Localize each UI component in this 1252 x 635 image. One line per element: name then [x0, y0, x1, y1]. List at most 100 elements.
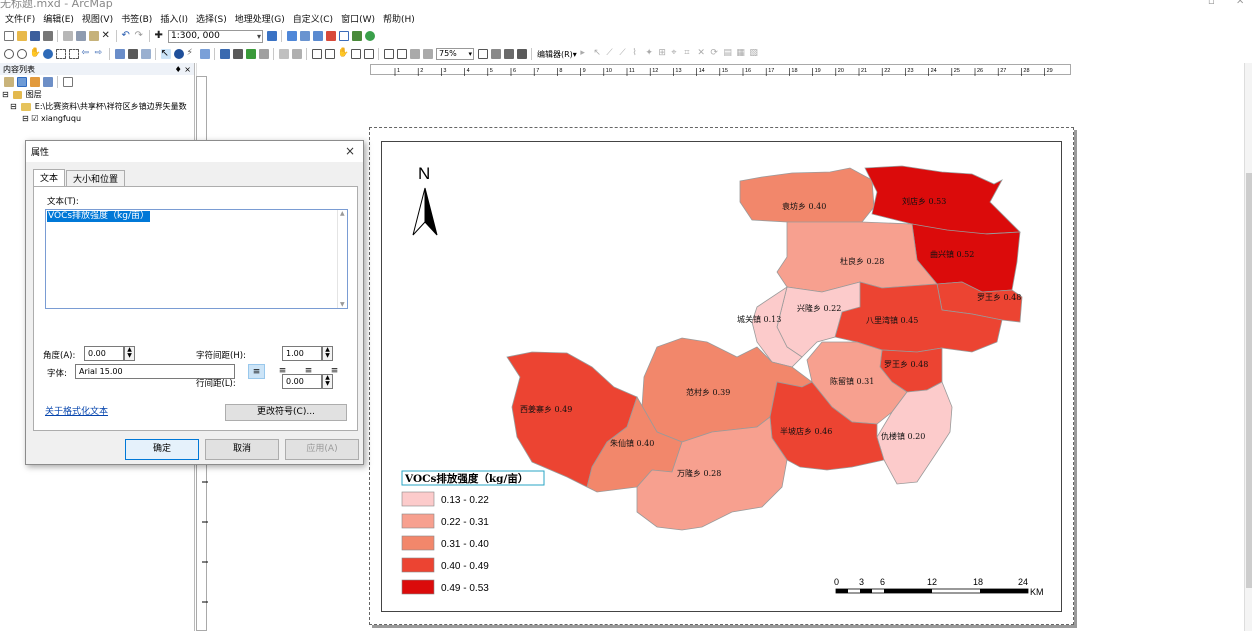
- zoom-in-icon[interactable]: [3, 49, 14, 59]
- data-frame[interactable]: N 袁坊乡 0.40 刘店乡 0.53 杜良乡 0.28 西姜寨乡 0.49 朱…: [381, 141, 1062, 612]
- straight-segment-icon[interactable]: ⟋: [606, 49, 616, 59]
- apply-button[interactable]: 应用(A): [285, 439, 359, 460]
- layout-vertical-scrollbar[interactable]: [1244, 63, 1252, 631]
- delete-icon[interactable]: ✕: [102, 31, 112, 41]
- attributes-icon[interactable]: ▤: [723, 49, 733, 59]
- create-features-icon[interactable]: ▧: [749, 49, 759, 59]
- layout-zoom-in-icon[interactable]: [311, 49, 322, 59]
- print-icon[interactable]: [42, 31, 53, 41]
- model-builder-icon[interactable]: [351, 31, 362, 41]
- change-layout-icon[interactable]: [503, 49, 514, 59]
- info-icon[interactable]: [173, 49, 184, 59]
- edit-vertices-icon[interactable]: ⊞: [658, 49, 668, 59]
- tree-layer[interactable]: ⊟ ☑ xiangfuqu: [0, 113, 194, 125]
- scroll-up-icon[interactable]: ▲: [340, 210, 345, 217]
- list-by-visibility-icon[interactable]: [29, 77, 40, 87]
- menu-insert[interactable]: 插入(I): [156, 12, 192, 25]
- select-features-icon[interactable]: [114, 49, 125, 59]
- reshape-icon[interactable]: ⌖: [671, 49, 681, 59]
- search-window-icon[interactable]: [312, 31, 323, 41]
- text-input-scrollbar[interactable]: ▲ ▼: [337, 210, 347, 308]
- angle-field[interactable]: 0.00: [84, 346, 124, 361]
- line-spacing-field[interactable]: 0.00: [282, 374, 322, 389]
- change-symbol-button[interactable]: 更改符号(C)...: [225, 404, 347, 421]
- forward-extent-icon[interactable]: ⇨: [95, 49, 105, 59]
- redo-icon[interactable]: ↷: [135, 31, 145, 41]
- undo-icon[interactable]: ↶: [122, 31, 132, 41]
- html-popup-icon[interactable]: [199, 49, 210, 59]
- layer-visibility-checkbox[interactable]: ☑: [31, 114, 38, 123]
- find-icon[interactable]: [232, 49, 243, 59]
- list-by-source-icon[interactable]: [16, 77, 27, 87]
- identify-icon[interactable]: [127, 49, 138, 59]
- menu-view[interactable]: 视图(V): [78, 12, 117, 25]
- sketch-properties-icon[interactable]: ▦: [736, 49, 746, 59]
- catalog-window-icon[interactable]: [299, 31, 310, 41]
- clear-selection-icon[interactable]: [140, 49, 151, 59]
- toc-window-icon[interactable]: [286, 31, 297, 41]
- text-input[interactable]: VOCs排放强度（kg/亩） ▲ ▼: [45, 209, 348, 309]
- char-spacing-spinner[interactable]: ▲ ▼: [322, 346, 333, 361]
- fixed-zoom-in-icon[interactable]: [55, 49, 66, 59]
- select-elements-icon[interactable]: ↖: [160, 49, 171, 59]
- paste-icon[interactable]: [88, 31, 99, 41]
- layout-zoom-out-icon[interactable]: [324, 49, 335, 59]
- tree-root[interactable]: ⊟ 图层: [0, 89, 194, 101]
- scale-bar[interactable]: 0 3 6 12 18 24 KM: [834, 577, 1044, 597]
- point-icon[interactable]: ✦: [645, 49, 655, 59]
- menu-selection[interactable]: 选择(S): [192, 12, 231, 25]
- add-data-icon[interactable]: ✚: [155, 31, 165, 41]
- menu-file[interactable]: 文件(F): [1, 12, 39, 25]
- collapse-folder-icon[interactable]: ⊟: [10, 102, 17, 111]
- python-window-icon[interactable]: [338, 31, 349, 41]
- data-driven-pages-icon[interactable]: [516, 49, 527, 59]
- scroll-thumb[interactable]: [1246, 173, 1252, 588]
- help-globe-icon[interactable]: [364, 31, 375, 41]
- open-folder-icon[interactable]: [16, 31, 27, 41]
- layout-pan-icon[interactable]: ✋: [338, 49, 349, 59]
- scroll-down-icon[interactable]: ▼: [340, 301, 345, 308]
- zoom-out-icon[interactable]: [16, 49, 27, 59]
- edit-tool-icon[interactable]: ▸: [580, 49, 590, 59]
- editor-menu[interactable]: 编辑器(R)▾: [537, 49, 577, 60]
- layout-zoom-combo[interactable]: 75%: [436, 48, 474, 60]
- cut-polygons-icon[interactable]: ⌗: [684, 49, 694, 59]
- back-extent-icon[interactable]: ⇦: [82, 49, 92, 59]
- menu-customize[interactable]: 自定义(C): [289, 12, 337, 25]
- forward-layout-icon[interactable]: [422, 49, 433, 59]
- hyperlink-icon[interactable]: ⚡: [187, 49, 197, 59]
- line-spacing-spinner[interactable]: ▲ ▼: [322, 374, 333, 389]
- zoom-whole-page-icon[interactable]: [350, 49, 361, 59]
- menu-bookmarks[interactable]: 书签(B): [117, 12, 156, 25]
- copy-icon[interactable]: [75, 31, 86, 41]
- north-arrow-icon[interactable]: [412, 187, 438, 236]
- list-by-selection-icon[interactable]: [42, 77, 53, 87]
- char-spacing-field[interactable]: 1.00: [282, 346, 322, 361]
- focus-frame-icon[interactable]: [490, 49, 501, 59]
- edit-annotation-icon[interactable]: ↖: [593, 49, 603, 59]
- tab-text[interactable]: 文本: [33, 169, 66, 186]
- tree-folder[interactable]: ⊟ E:\比赛资料\共享杯\祥符区乡镇边界矢量数: [0, 101, 194, 113]
- xy-icon[interactable]: [258, 49, 269, 59]
- menu-windows[interactable]: 窗口(W): [337, 12, 379, 25]
- rotate-icon[interactable]: ⟳: [710, 49, 720, 59]
- text-input-value[interactable]: VOCs排放强度（kg/亩）: [47, 211, 151, 222]
- list-by-drawing-order-icon[interactable]: [3, 77, 14, 87]
- fixed-zoom-out-icon[interactable]: [68, 49, 79, 59]
- align-left-icon[interactable]: ≡: [248, 364, 265, 379]
- new-doc-icon[interactable]: [3, 31, 14, 41]
- endpoint-arc-icon[interactable]: ⟋: [619, 49, 629, 59]
- route-icon[interactable]: [245, 49, 256, 59]
- pan-icon[interactable]: ✋: [30, 49, 41, 59]
- time-slider-icon[interactable]: [291, 49, 302, 59]
- editor-toolbar-icon[interactable]: [266, 31, 277, 41]
- tab-size-position[interactable]: 大小和位置: [66, 170, 126, 186]
- fixed-zoom-in-layout-icon[interactable]: [383, 49, 394, 59]
- menu-geoprocessing[interactable]: 地理处理(G): [231, 12, 289, 25]
- region-yuanfang[interactable]: [739, 167, 875, 225]
- fixed-zoom-out-layout-icon[interactable]: [396, 49, 407, 59]
- cancel-button[interactable]: 取消: [205, 439, 279, 460]
- measure-icon[interactable]: [219, 49, 230, 59]
- options-icon[interactable]: [62, 77, 73, 87]
- cut-icon[interactable]: [62, 31, 73, 41]
